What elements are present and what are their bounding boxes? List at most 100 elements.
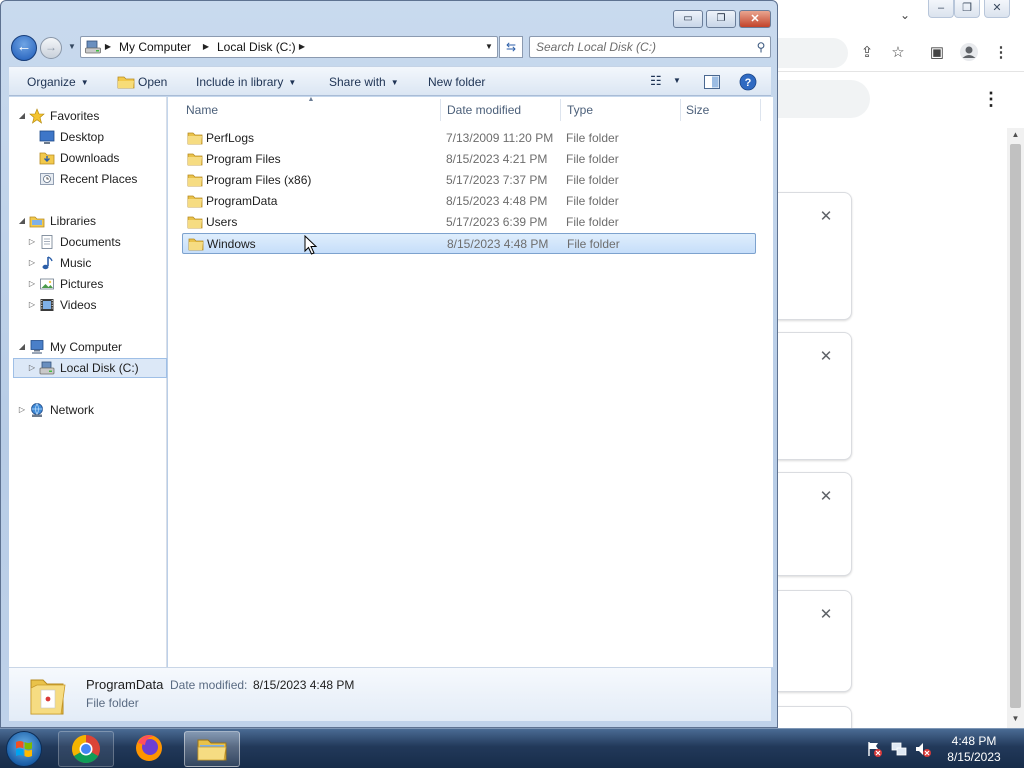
tree-item-favorites[interactable]: ◢ Favorites xyxy=(17,107,157,125)
card-close-icon[interactable]: ✕ xyxy=(818,209,834,225)
side-panel-icon[interactable]: ▣ xyxy=(926,42,948,64)
system-clock[interactable]: 4:48 PM 8/15/2023 xyxy=(936,733,1012,765)
breadcrumb-my-computer[interactable]: My Computer xyxy=(119,39,191,55)
file-row[interactable]: Windows 8/15/2023 4:48 PM File folder xyxy=(182,233,756,254)
taskbar-explorer-button[interactable] xyxy=(184,731,240,767)
expand-arrow-icon[interactable]: ▷ xyxy=(17,401,27,419)
start-button[interactable] xyxy=(6,731,42,767)
tree-item-label: Videos xyxy=(60,298,97,312)
include-in-library-button[interactable]: Include in library ▼ xyxy=(196,74,296,90)
page-card: ✕ xyxy=(778,590,852,692)
column-header-name[interactable]: Name xyxy=(186,101,434,119)
browser-restore-button[interactable]: ❐ xyxy=(954,0,980,18)
expand-arrow-icon[interactable]: ▷ xyxy=(27,275,37,293)
taskbar-firefox-button[interactable] xyxy=(122,731,178,767)
scrollbar-thumb[interactable] xyxy=(1010,144,1021,708)
page-more-icon[interactable]: ⋮ xyxy=(982,88,1000,110)
action-center-flag-icon[interactable] xyxy=(865,740,883,758)
file-row[interactable]: Program Files 8/15/2023 4:21 PM File folde… xyxy=(182,149,756,170)
breadcrumb-chevron-icon[interactable]: ▶ xyxy=(103,40,113,54)
volume-muted-icon[interactable] xyxy=(914,740,932,758)
search-box[interactable]: ⚲ xyxy=(529,36,771,58)
preview-pane-icon[interactable] xyxy=(703,73,721,91)
search-input[interactable] xyxy=(536,39,748,55)
forward-button[interactable]: → xyxy=(40,37,62,59)
page-search-pill[interactable] xyxy=(778,80,870,118)
search-icon[interactable]: ⚲ xyxy=(754,39,768,55)
collapse-arrow-icon[interactable]: ◢ xyxy=(17,212,27,230)
back-button[interactable]: ← xyxy=(11,35,37,61)
column-divider[interactable] xyxy=(680,99,681,121)
scroll-up-arrow-icon[interactable]: ▲ xyxy=(1007,128,1024,142)
collapse-arrow-icon[interactable]: ◢ xyxy=(17,107,27,125)
folder-icon xyxy=(187,153,203,166)
file-row[interactable]: Users 5/17/2023 6:39 PM File folder xyxy=(182,212,756,233)
help-icon[interactable]: ? xyxy=(739,73,757,91)
column-header-date-modified[interactable]: Date modified xyxy=(447,101,557,119)
network-globe-icon xyxy=(31,403,43,417)
tree-item-documents[interactable]: ▷ Documents xyxy=(17,233,157,251)
change-view-icon[interactable]: ☷ xyxy=(650,73,662,89)
bookmark-star-icon[interactable]: ☆ xyxy=(887,42,909,64)
card-close-icon[interactable]: ✕ xyxy=(818,489,834,505)
file-type: File folder xyxy=(566,173,619,187)
column-divider[interactable] xyxy=(560,99,561,121)
column-header-size[interactable]: Size xyxy=(686,101,756,119)
collapse-arrow-icon[interactable]: ◢ xyxy=(17,338,27,356)
close-button[interactable]: ✕ xyxy=(739,10,771,28)
view-options-chevron-icon[interactable]: ▼ xyxy=(673,73,681,89)
address-history-chevron-icon[interactable]: ▼ xyxy=(483,40,495,54)
tree-item-local-disk[interactable]: ▷ Local Disk (C:) xyxy=(17,359,157,377)
file-row[interactable]: PerfLogs 7/13/2009 11:20 PM File folder xyxy=(182,128,756,149)
tree-item-desktop[interactable]: Desktop xyxy=(17,128,157,146)
browser-close-button[interactable]: ✕ xyxy=(984,0,1010,18)
tree-item-music[interactable]: ▷ Music xyxy=(17,254,157,272)
expand-arrow-icon[interactable]: ▷ xyxy=(27,296,37,314)
tree-item-network[interactable]: ▷ Network xyxy=(17,401,157,419)
taskbar-chrome-button[interactable] xyxy=(58,731,114,767)
expand-arrow-icon[interactable]: ▷ xyxy=(27,254,37,272)
card-close-icon[interactable]: ✕ xyxy=(818,607,834,623)
share-with-button[interactable]: Share with ▼ xyxy=(329,74,399,90)
file-type: File folder xyxy=(566,215,619,229)
page-scrollbar[interactable]: ▲ ▼ xyxy=(1007,128,1024,728)
minimize-button[interactable]: ▭ xyxy=(673,10,703,28)
recent-pages-chevron-icon[interactable]: ▼ xyxy=(66,41,78,53)
network-status-icon[interactable] xyxy=(890,740,908,758)
tree-item-label: Favorites xyxy=(50,109,100,123)
open-button[interactable]: Open xyxy=(138,74,167,90)
expand-arrow-icon[interactable]: ▷ xyxy=(27,359,37,377)
file-row[interactable]: Program Files (x86) 5/17/2023 7:37 PM File… xyxy=(182,170,756,191)
tree-item-libraries[interactable]: ◢ Libraries xyxy=(17,212,157,230)
folder-icon xyxy=(197,739,227,761)
maximize-button[interactable]: ❐ xyxy=(706,10,736,28)
profile-avatar-icon[interactable] xyxy=(958,42,980,64)
column-divider[interactable] xyxy=(760,99,761,121)
tab-search-chevron-icon[interactable]: ⌄ xyxy=(897,8,913,24)
browser-menu-icon[interactable]: ⋮ xyxy=(990,42,1012,64)
details-pane: ProgramData Date modified: 8/15/2023 4:4… xyxy=(9,667,771,721)
tree-item-label: Local Disk (C:) xyxy=(60,361,139,375)
tree-item-downloads[interactable]: Downloads xyxy=(17,149,157,167)
breadcrumb-chevron-icon[interactable]: ▶ xyxy=(201,40,211,54)
new-folder-button[interactable]: New folder xyxy=(428,74,485,90)
column-divider[interactable] xyxy=(440,99,441,121)
expand-arrow-icon[interactable]: ▷ xyxy=(27,233,37,251)
breadcrumb-local-disk[interactable]: Local Disk (C:) xyxy=(217,39,296,55)
share-icon[interactable]: ⇪ xyxy=(856,42,878,64)
breadcrumb-chevron-icon[interactable]: ▶ xyxy=(297,40,307,54)
file-row[interactable]: ProgramData 8/15/2023 4:48 PM File folder xyxy=(182,191,756,212)
tree-item-videos[interactable]: ▷ Videos xyxy=(17,296,157,314)
tree-item-my-computer[interactable]: ◢ My Computer xyxy=(17,338,157,356)
tree-item-recent-places[interactable]: Recent Places xyxy=(17,170,157,188)
browser-omnibox[interactable] xyxy=(778,38,848,68)
chevron-down-icon: ▼ xyxy=(390,78,399,87)
refresh-button[interactable]: ⇆ xyxy=(499,36,523,58)
tree-item-pictures[interactable]: ▷ Pictures xyxy=(17,275,157,293)
address-bar[interactable]: ▶ My Computer ▶ Local Disk (C:) ▶ ▼ xyxy=(80,36,498,58)
browser-minimize-button[interactable]: – xyxy=(928,0,954,18)
column-header-type[interactable]: Type xyxy=(567,101,677,119)
card-close-icon[interactable]: ✕ xyxy=(818,349,834,365)
organize-button[interactable]: Organize ▼ xyxy=(27,74,89,90)
scroll-down-arrow-icon[interactable]: ▼ xyxy=(1007,712,1024,726)
